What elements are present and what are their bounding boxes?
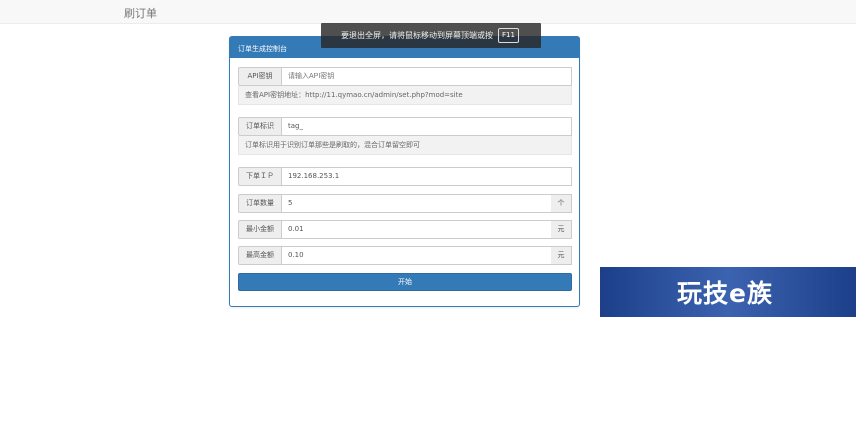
f11-key-badge: F11 xyxy=(498,28,519,43)
order-ip-input[interactable]: 192.168.253.1 xyxy=(281,167,572,186)
order-tag-label: 订单标识 xyxy=(238,117,282,136)
start-button[interactable]: 开始 xyxy=(238,273,572,291)
max-amount-label: 最高金额 xyxy=(238,246,282,265)
api-key-input[interactable] xyxy=(281,67,572,86)
min-amount-input[interactable]: 0.01 xyxy=(281,220,552,239)
ad-banner[interactable]: 玩技e族 xyxy=(600,267,856,317)
api-key-label: API密钥 xyxy=(238,67,282,86)
order-count-input[interactable]: 5 xyxy=(281,194,552,213)
fullscreen-notice-text: 要退出全屏，请将鼠标移动到屏幕顶端或按 xyxy=(341,31,493,40)
order-generator-panel: 订单生成控制台 API密钥 查看API密钥地址：http://11.qymao.… xyxy=(229,36,580,307)
api-key-help: 查看API密钥地址：http://11.qymao.cn/admin/set.p… xyxy=(238,86,572,105)
order-count-label: 订单数量 xyxy=(238,194,282,213)
max-amount-unit: 元 xyxy=(551,246,572,265)
min-amount-unit: 元 xyxy=(551,220,572,239)
min-amount-label: 最小金额 xyxy=(238,220,282,239)
order-ip-label: 下单ＩＰ xyxy=(238,167,282,186)
brand-link[interactable]: 刷订单 xyxy=(124,5,157,21)
order-count-unit: 个 xyxy=(551,194,572,213)
max-amount-input[interactable]: 0.10 xyxy=(281,246,552,265)
order-tag-help: 订单标识用于识别订单那些是刷取的，混合订单留空即可 xyxy=(238,136,572,155)
order-tag-input[interactable]: tag_ xyxy=(281,117,572,136)
top-navbar: 刷订单 xyxy=(0,0,856,24)
fullscreen-notice: 要退出全屏，请将鼠标移动到屏幕顶端或按 F11 xyxy=(321,23,541,48)
ad-banner-text: 玩技e族 xyxy=(677,279,773,308)
